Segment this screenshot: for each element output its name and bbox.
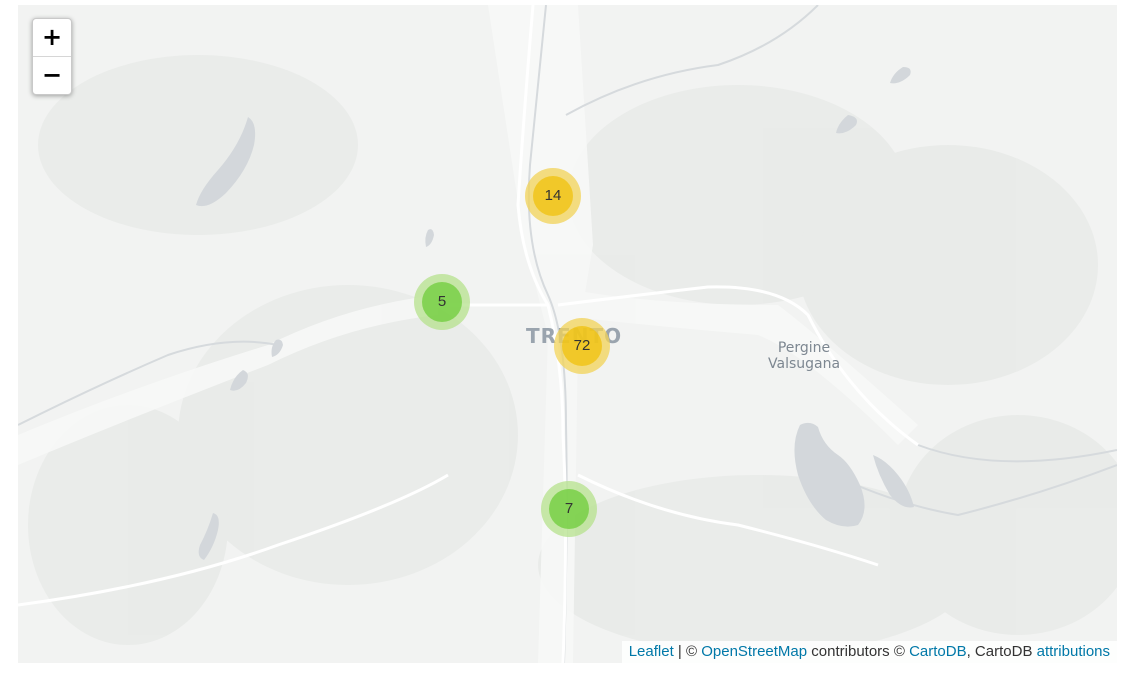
attribution-separator: | © xyxy=(673,643,702,660)
zoom-control: + − xyxy=(32,18,72,95)
marker-cluster[interactable]: 5 xyxy=(414,274,470,330)
map-container[interactable]: TRENTO Pergine Valsugana 14 5 72 7 xyxy=(18,5,1117,663)
marker-cluster[interactable]: 14 xyxy=(525,168,581,224)
attributions-link[interactable]: attributions xyxy=(1037,643,1110,660)
openstreetmap-link[interactable]: OpenStreetMap xyxy=(701,643,807,660)
town-label-line1: Pergine xyxy=(777,340,831,356)
marker-cluster[interactable]: 72 xyxy=(554,318,610,374)
cluster-count: 14 xyxy=(533,176,573,216)
leaflet-link[interactable]: Leaflet xyxy=(629,643,674,660)
attribution-contributors-text: contributors © xyxy=(807,643,910,660)
zoom-in-button[interactable]: + xyxy=(33,19,71,57)
town-label-line2: Valsugana xyxy=(768,356,841,373)
zoom-out-button[interactable]: − xyxy=(33,57,71,94)
cartodb-link[interactable]: CartoDB xyxy=(909,643,967,660)
marker-cluster[interactable]: 7 xyxy=(541,481,597,537)
town-label-pergine-valsugana: Pergine Valsugana xyxy=(768,340,840,372)
map-attribution: Leaflet | © OpenStreetMap contributors ©… xyxy=(621,641,1117,663)
cluster-count: 72 xyxy=(562,326,602,366)
cluster-count: 5 xyxy=(422,282,462,322)
cluster-count: 7 xyxy=(549,489,589,529)
attribution-cartodb-text: , CartoDB xyxy=(966,643,1037,660)
